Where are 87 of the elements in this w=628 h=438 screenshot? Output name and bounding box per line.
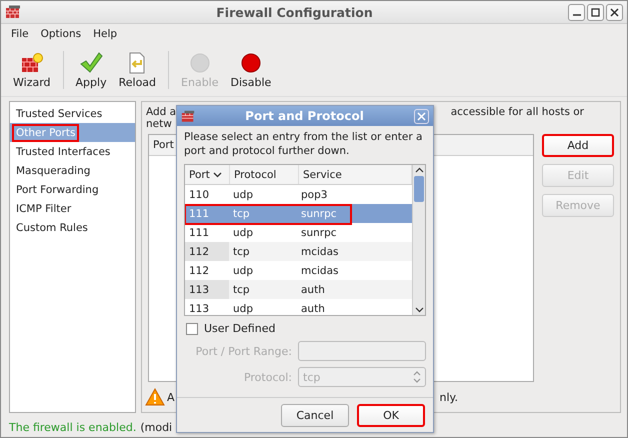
up-down-arrows-icon <box>412 370 422 384</box>
description-text: netw <box>146 118 173 130</box>
close-icon <box>417 112 426 120</box>
scrollbar[interactable] <box>412 165 425 315</box>
dialog-button[interactable]: OK <box>357 404 425 427</box>
scroll-up-icon[interactable] <box>414 167 424 173</box>
action-button[interactable]: Add <box>542 134 614 157</box>
window-title: Firewall Configuration <box>215 4 374 20</box>
field-label: Port / Port Range: <box>196 344 292 358</box>
description-text: accessible for all hosts or <box>450 106 584 120</box>
field-label: Protocol: <box>244 370 292 384</box>
column-header[interactable]: Protocol <box>230 165 299 184</box>
close-icon <box>610 8 619 16</box>
list-row[interactable]: 112 tcp mcidas <box>185 242 412 261</box>
circle-icon <box>238 52 263 74</box>
sidebar-item[interactable]: Port Forwarding <box>10 180 135 199</box>
table-cell-text: tcp <box>232 244 251 260</box>
sidebar-item[interactable]: Custom Rules <box>10 218 135 237</box>
brick-wall-icon <box>20 52 44 74</box>
table-cell-text: 113 <box>188 302 210 315</box>
table-cell-text: mcidas <box>300 264 340 278</box>
prompt-text: Please select an entry from the list or enter a port and protocol further down. <box>184 130 424 158</box>
table-cell-text: 111 <box>188 206 210 222</box>
table-cell-text: 110 <box>188 188 210 202</box>
sidebar-item-label: Custom Rules <box>15 220 89 236</box>
table-cell-text: tcp <box>232 206 251 222</box>
status-text: (modi <box>140 420 172 434</box>
table-cell-text: pop3 <box>300 188 328 202</box>
table-cell: 113 <box>185 280 229 299</box>
minimize-icon <box>572 14 580 16</box>
warning-text: A <box>167 390 175 404</box>
table-cell-text: sunrpc <box>300 206 338 222</box>
warning-icon <box>145 388 165 406</box>
column-header[interactable]: Port <box>153 139 174 151</box>
sidebar-item-label: Trusted Services <box>15 106 104 122</box>
table-cell-text: sunrpc <box>300 226 338 240</box>
minimize-button[interactable] <box>568 4 585 20</box>
menu-item[interactable]: Help <box>89 28 122 40</box>
table-cell-text: udp <box>232 226 254 240</box>
table-cell-text: tcp <box>232 282 251 298</box>
sidebar-item-label: ICMP Filter <box>15 202 72 216</box>
check-icon <box>79 52 104 74</box>
dialog-button[interactable]: Cancel <box>281 404 349 427</box>
toolbar-button[interactable]: Wizard <box>7 50 57 90</box>
table-cell-text: udp <box>232 264 254 278</box>
table-cell-text: 111 <box>188 226 210 240</box>
status-text: The firewall is enabled. <box>9 420 136 434</box>
scroll-thumb[interactable] <box>414 176 424 202</box>
list-row[interactable]: 111 udp sunrpc <box>185 223 412 242</box>
sidebar-item-label: Other Ports <box>12 124 80 142</box>
maximize-icon <box>591 8 600 16</box>
brick-wall-icon <box>181 110 195 122</box>
toolbar-button[interactable]: Reload <box>112 50 162 90</box>
sidebar-item-label: Trusted Interfaces <box>15 144 112 160</box>
checkbox[interactable] <box>186 322 198 334</box>
table-cell-text: auth <box>300 302 326 315</box>
dialog-title: Port and Protocol <box>244 109 365 123</box>
sidebar-item[interactable]: ICMP Filter <box>10 199 135 218</box>
table-cell-text: mcidas <box>300 244 340 260</box>
sidebar-item-label: Masquerading <box>15 164 92 178</box>
menu-item[interactable]: Options <box>36 28 86 40</box>
sidebar-item[interactable]: Trusted Interfaces <box>10 142 135 161</box>
circle-icon <box>188 52 212 74</box>
column-header[interactable]: Port <box>185 165 230 184</box>
sidebar-item[interactable]: Masquerading <box>10 161 135 180</box>
brick-wall-icon <box>5 5 21 19</box>
description-text: Add a <box>146 106 176 118</box>
maximize-button[interactable] <box>587 4 604 20</box>
list-row[interactable]: 112 udp mcidas <box>185 261 412 280</box>
table-cell-text: auth <box>300 282 326 298</box>
checkbox-label: User Defined <box>204 322 276 335</box>
table-cell-text: udp <box>232 188 254 202</box>
table-cell: 112 <box>185 242 229 261</box>
sidebar-item[interactable]: Trusted Services <box>10 104 135 123</box>
scroll-down-icon[interactable] <box>414 307 424 313</box>
table-cell-text: 112 <box>188 264 210 278</box>
menu-item[interactable]: File <box>7 28 33 40</box>
list-row[interactable]: 110 udp pop3 <box>185 185 412 204</box>
close-button[interactable] <box>606 4 623 20</box>
list-row[interactable]: 113 tcp auth <box>185 280 412 299</box>
list-row[interactable]: 113 udp auth <box>185 299 412 315</box>
warning-text: nly. <box>440 390 458 404</box>
toolbar-button[interactable]: Apply <box>70 50 113 90</box>
sidebar-item-label: Port Forwarding <box>15 182 100 198</box>
table-cell-text: udp <box>232 302 254 315</box>
toolbar-button[interactable]: Disable <box>224 50 278 90</box>
sort-caret-icon <box>212 172 222 178</box>
